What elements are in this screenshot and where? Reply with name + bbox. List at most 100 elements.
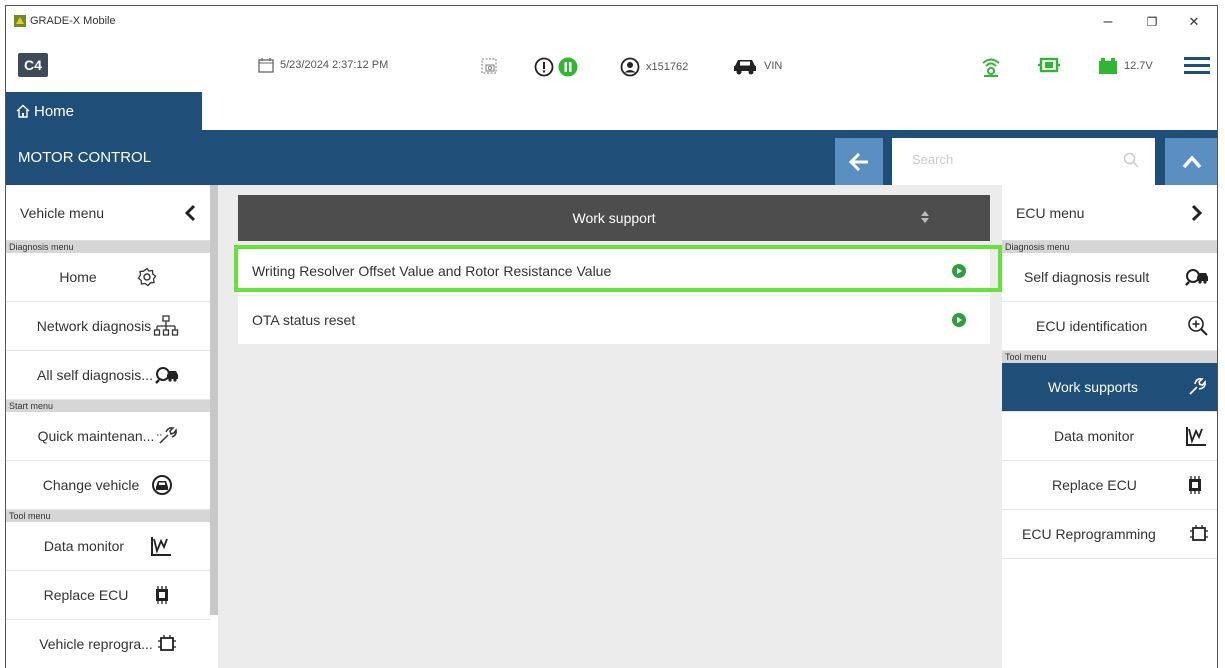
work-support-panel: Work support Writing Resolver Offset Val…	[218, 185, 1002, 668]
battery-voltage: 12.7V	[1124, 60, 1153, 72]
hamburger-menu-icon	[1184, 55, 1210, 75]
sort-icon[interactable]	[920, 210, 930, 224]
ecu-menu-header[interactable]: ECU menu	[1002, 185, 1217, 241]
right-item-work-supports[interactable]: Work supports	[1002, 363, 1217, 412]
work-support-row-ota[interactable]: OTA status reset	[238, 296, 990, 344]
status-indicators	[534, 57, 578, 77]
search-input[interactable]: Search	[892, 138, 1155, 185]
arrow-left-icon	[849, 152, 869, 171]
minimize-button[interactable]: –	[1088, 10, 1128, 34]
network-icon	[153, 315, 179, 337]
vin-display[interactable]: VIN	[732, 57, 782, 75]
search-placeholder: Search	[912, 152, 954, 167]
right-item-data-monitor[interactable]: Data monitor	[1002, 412, 1217, 461]
chevron-up-icon	[1182, 154, 1202, 169]
work-support-row-resolver[interactable]: Writing Resolver Offset Value and Rotor …	[238, 247, 990, 295]
left-item-replace-ecu[interactable]: Replace ECU	[6, 571, 210, 620]
vehicle-menu-panel: Vehicle menu Diagnosis menu Home Network…	[6, 185, 218, 668]
wrench-icon	[1187, 377, 1207, 397]
datetime-display: 5/23/2024 2:37:12 PM	[258, 57, 388, 73]
left-item-label: Vehicle reprogra...	[39, 636, 153, 652]
connection-status[interactable]	[980, 57, 1002, 77]
alert-icon[interactable]	[534, 57, 554, 77]
left-item-all-self-diagnosis[interactable]: All self diagnosis...	[6, 351, 210, 400]
vin-text: VIN	[764, 60, 783, 72]
left-item-change-vehicle[interactable]: Change vehicle	[6, 461, 210, 510]
vci-device-icon	[1038, 57, 1060, 73]
ecu-menu-title: ECU menu	[1016, 204, 1085, 221]
module-title: MOTOR CONTROL	[18, 149, 152, 166]
gear-icon	[137, 267, 157, 287]
camera-icon	[480, 57, 498, 75]
right-item-ecu-reprogramming[interactable]: ECU Reprogramming	[1002, 510, 1217, 559]
back-button[interactable]	[835, 138, 883, 185]
right-item-replace-ecu[interactable]: Replace ECU	[1002, 461, 1217, 510]
left-item-vehicle-reprogramming[interactable]: Vehicle reprogra...	[6, 620, 210, 668]
reprogramming-chip-icon	[1189, 524, 1209, 544]
screenshot-button[interactable]	[480, 57, 498, 75]
right-item-label: ECU identification	[1036, 318, 1148, 334]
left-item-label: Replace ECU	[43, 587, 129, 603]
vci-status[interactable]	[1038, 57, 1060, 73]
wireless-connection-icon	[980, 57, 1002, 77]
play-icon[interactable]	[952, 313, 966, 327]
app-title: GRADE-X Mobile	[30, 15, 116, 27]
home-icon	[16, 104, 30, 118]
section-label-tool: Tool menu	[1002, 351, 1217, 363]
work-support-row-label: Writing Resolver Offset Value and Rotor …	[252, 263, 612, 279]
battery-icon	[1098, 57, 1118, 75]
tab-home-label: Home	[34, 102, 75, 120]
data-monitor-icon	[150, 535, 172, 557]
left-item-network-diagnosis[interactable]: Network diagnosis	[6, 302, 210, 351]
search-icon[interactable]	[1123, 152, 1139, 168]
close-button[interactable]: ✕	[1174, 10, 1214, 34]
user-id: x151762	[646, 61, 689, 73]
left-item-label: Quick maintenan...	[37, 428, 155, 444]
toolbar: C4 5/23/2024 2:37:12 PM x151762 VIN 12.7…	[6, 42, 1217, 92]
title-bar: GRADE-X Mobile – ❐ ✕	[6, 6, 1217, 42]
left-item-label: Data monitor	[43, 538, 125, 554]
work-support-title: Work support	[572, 210, 656, 226]
collapse-button[interactable]	[1165, 138, 1217, 185]
left-item-label: Network diagnosis	[36, 318, 152, 334]
play-icon[interactable]	[952, 264, 966, 278]
ecu-chip-icon	[152, 585, 172, 605]
section-label-tool: Tool menu	[6, 510, 210, 522]
main-menu-button[interactable]	[1184, 55, 1210, 75]
diagnosis-car-icon	[1185, 268, 1209, 286]
left-item-label: All self diagnosis...	[37, 367, 153, 383]
zoom-in-icon	[1187, 315, 1209, 337]
diagnosis-car-icon	[155, 366, 179, 384]
work-support-row-label: OTA status reset	[252, 312, 356, 328]
battery-status: 12.7V	[1098, 57, 1153, 75]
left-item-label: Change vehicle	[42, 477, 140, 493]
chevron-left-icon[interactable]	[184, 204, 196, 222]
maximize-button[interactable]: ❐	[1132, 10, 1172, 34]
user-display[interactable]: x151762	[620, 57, 688, 77]
right-item-label: Work supports	[1048, 379, 1138, 395]
vehicle-menu-header[interactable]: Vehicle menu	[6, 185, 210, 241]
c4-logo: C4	[18, 53, 48, 77]
left-scrollbar[interactable]	[210, 185, 218, 615]
user-icon	[620, 57, 640, 77]
reprogramming-chip-icon	[157, 634, 177, 654]
right-item-self-diagnosis-result[interactable]: Self diagnosis result	[1002, 253, 1217, 302]
vehicle-menu-list: Diagnosis menu Home Network diagnosis Al…	[6, 241, 210, 668]
left-item-data-monitor[interactable]: Data monitor	[6, 522, 210, 571]
left-item-label: Home	[59, 269, 97, 285]
pause-status-icon[interactable]	[558, 57, 578, 77]
tab-home[interactable]: Home	[6, 92, 202, 130]
right-item-label: ECU Reprogramming	[1022, 526, 1156, 542]
datetime-text: 5/23/2024 2:37:12 PM	[280, 59, 389, 71]
data-monitor-icon	[1185, 425, 1207, 447]
module-bar: MOTOR CONTROL Search	[6, 130, 1217, 185]
app-window: GRADE-X Mobile – ❐ ✕ C4 5/23/2024 2:37:1…	[5, 5, 1218, 668]
ecu-menu-panel: ECU menu Diagnosis menu Self diagnosis r…	[1002, 185, 1217, 668]
left-item-home[interactable]: Home	[6, 253, 210, 302]
ecu-chip-icon	[1185, 475, 1205, 495]
left-item-quick-maintenance[interactable]: Quick maintenan...	[6, 412, 210, 461]
chevron-right-icon[interactable]	[1191, 204, 1203, 222]
right-item-ecu-identification[interactable]: ECU identification	[1002, 302, 1217, 351]
right-item-label: Self diagnosis result	[1024, 269, 1150, 285]
car-icon	[732, 57, 758, 75]
